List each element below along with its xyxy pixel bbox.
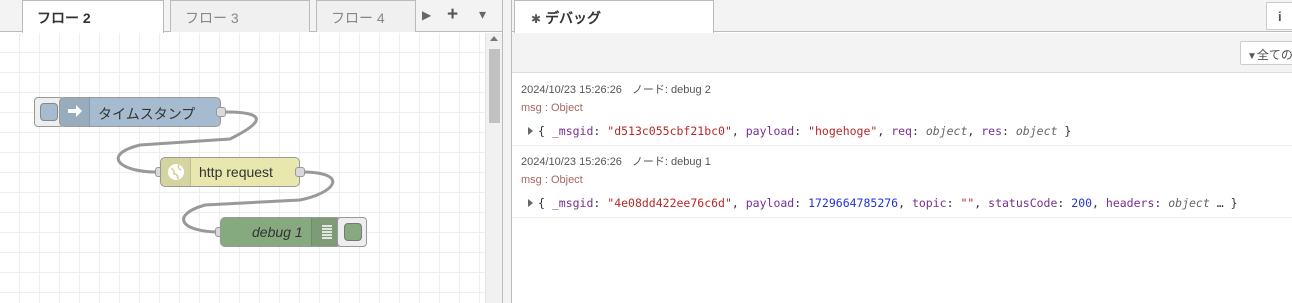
colon: :	[1002, 124, 1016, 138]
brace: {	[538, 196, 552, 210]
tab-label: フロー 4	[331, 10, 385, 26]
inject-node-label: タイムスタンプ	[98, 106, 196, 122]
sidebar-tab-bar: ✱ デバッグ i	[512, 0, 1292, 33]
field-key: topic	[911, 196, 947, 210]
message-object[interactable]: { _msgid: "4e08dd422ee76c6d", payload: 1…	[528, 196, 1238, 210]
field-key: req	[891, 124, 912, 138]
colon: :	[593, 124, 608, 138]
http-request-node[interactable]: http request	[160, 157, 300, 187]
colon: :	[911, 124, 926, 138]
comma: ,	[967, 124, 982, 138]
field-key: headers	[1105, 196, 1155, 210]
expand-caret-icon[interactable]	[528, 199, 533, 207]
field-key: payload	[745, 196, 795, 210]
field-value: 200	[1071, 196, 1093, 210]
field-value: 1729664785276	[808, 196, 899, 210]
comma: ,	[731, 196, 746, 210]
colon: :	[794, 124, 809, 138]
comma: ,	[898, 196, 912, 210]
colon: :	[1154, 196, 1169, 210]
colon: :	[794, 196, 809, 210]
message-node-link[interactable]: ノード: debug 1	[632, 156, 711, 168]
field-value: object	[1168, 196, 1210, 210]
tab-label: フロー 2	[37, 10, 91, 26]
expand-caret-icon[interactable]	[528, 127, 533, 135]
flow-menu-chevron-down-icon[interactable]: ▾	[479, 6, 486, 23]
flow-tab-bar: フロー 2 フロー 3 フロー 4 ▶ + ▾	[0, 0, 502, 33]
message-timestamp: 2024/10/23 15:26:26	[521, 156, 622, 168]
message-type: msg : Object	[521, 174, 583, 186]
message-meta: 2024/10/23 15:26:26 ノード: debug 1	[521, 153, 711, 169]
debug-toolbar: ▼全ての	[512, 33, 1292, 73]
message-meta: 2024/10/23 15:26:26 ノード: debug 2	[521, 81, 711, 97]
field-value: "hogehoge"	[808, 124, 878, 138]
field-value: ""	[960, 196, 975, 210]
colon: :	[946, 196, 961, 210]
message-type: msg : Object	[521, 102, 583, 114]
field-key: payload	[745, 124, 795, 138]
field-value: object	[925, 124, 968, 138]
canvas-vertical-scrollbar[interactable]	[485, 33, 502, 303]
filter-label: 全ての	[1256, 48, 1292, 62]
field-value: "4e08dd422ee76c6d"	[607, 196, 732, 210]
scrollbar-thumb[interactable]	[489, 49, 500, 123]
tab-label: デバッグ	[545, 10, 602, 26]
debug-message: 2024/10/23 15:26:26 ノード: debug 2 msg : Ob…	[512, 74, 1292, 146]
scroll-up-icon[interactable]	[490, 36, 498, 41]
comma: ,	[1092, 196, 1106, 210]
tab-scroll-right-icon[interactable]: ▶	[422, 8, 431, 22]
panel-separator[interactable]	[502, 0, 512, 303]
debug-node[interactable]: debug 1	[220, 217, 342, 247]
colon: :	[593, 196, 608, 210]
comma: ,	[974, 196, 989, 210]
colon: :	[1057, 196, 1072, 210]
tab-label: フロー 3	[185, 10, 239, 26]
inject-node[interactable]: タイムスタンプ	[59, 97, 221, 127]
tab-debug[interactable]: ✱ デバッグ	[514, 0, 714, 33]
flow-editor: フロー 2 フロー 3 フロー 4 ▶ + ▾ タイムスタンプ http req…	[0, 0, 502, 303]
message-timestamp: 2024/10/23 15:26:26	[521, 84, 622, 96]
flow-canvas[interactable]: タイムスタンプ http request debug 1	[0, 33, 485, 303]
field-key: res	[981, 124, 1003, 138]
http-node-label: http request	[199, 164, 273, 180]
tab-flow-4[interactable]: フロー 4	[316, 0, 416, 32]
info-icon[interactable]: i	[1266, 2, 1292, 30]
brace: }	[1057, 124, 1072, 138]
tab-flow-2[interactable]: フロー 2	[22, 0, 164, 33]
field-key: _msgid	[551, 124, 594, 138]
ellipsis: …	[1209, 196, 1224, 210]
filter-icon: ▼	[1247, 51, 1257, 62]
inject-output-port[interactable]	[216, 107, 226, 117]
field-key: statusCode	[988, 196, 1058, 210]
field-value: object	[1015, 124, 1058, 138]
debug-sidebar: ✱ デバッグ i ▼全ての 2024/10/23 15:26:26 ノード: deb…	[512, 0, 1292, 303]
brace: }	[1223, 196, 1238, 210]
field-key: _msgid	[551, 196, 594, 210]
tab-flow-3[interactable]: フロー 3	[170, 0, 310, 32]
filter-button[interactable]: ▼全ての	[1240, 41, 1292, 65]
field-value: "d513c055cbf21bc0"	[607, 124, 732, 138]
message-node-link[interactable]: ノード: debug 2	[632, 84, 711, 96]
message-object[interactable]: { _msgid: "d513c055cbf21bc0", payload: "…	[528, 124, 1071, 138]
comma: ,	[877, 124, 892, 138]
bug-icon: ✱	[531, 12, 542, 26]
http-output-port[interactable]	[295, 167, 305, 177]
brace: {	[538, 124, 552, 138]
debug-toggle-button[interactable]	[337, 217, 367, 247]
inject-arrow-icon	[60, 98, 90, 126]
debug-message: 2024/10/23 15:26:26 ノード: debug 1 msg : Ob…	[512, 146, 1292, 218]
add-flow-icon[interactable]: +	[447, 4, 458, 26]
comma: ,	[731, 124, 746, 138]
globe-icon	[161, 158, 191, 186]
debug-node-label: debug 1	[252, 224, 303, 240]
